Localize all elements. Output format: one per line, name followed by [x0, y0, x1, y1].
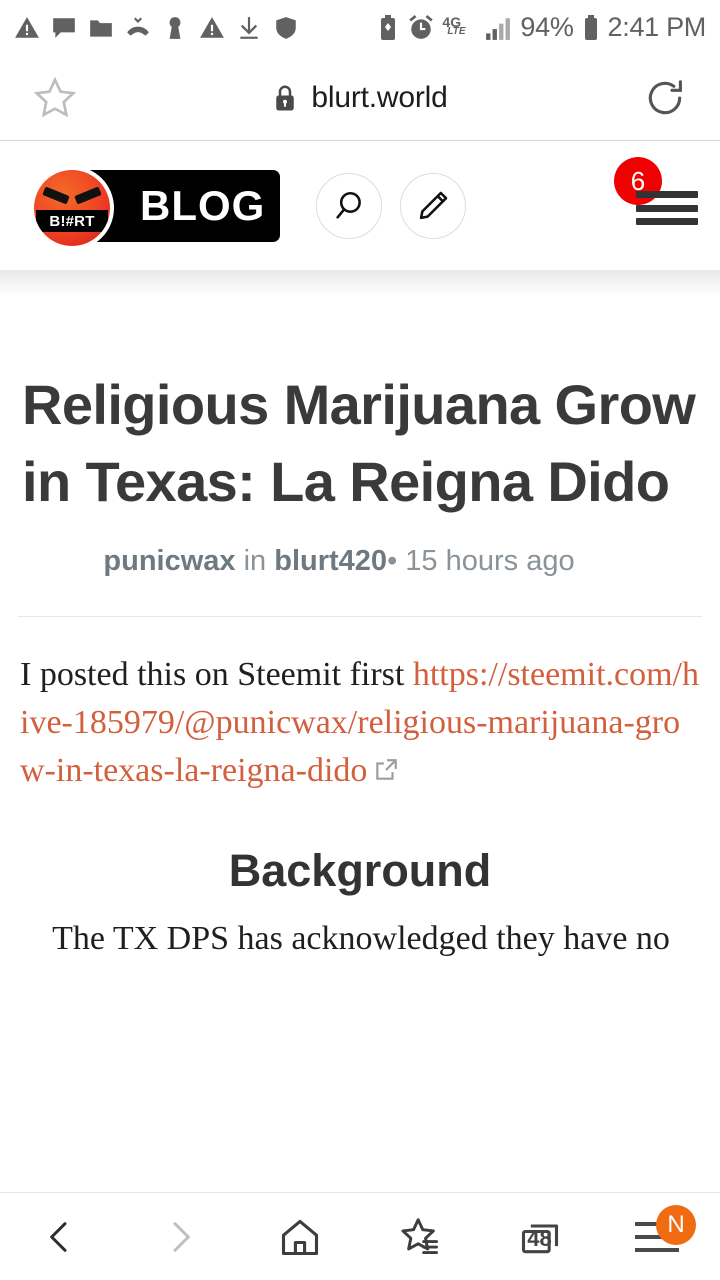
menu-badge: N: [656, 1204, 696, 1245]
reload-icon: [648, 79, 682, 114]
search-button[interactable]: [316, 173, 382, 239]
section-heading-background: Background: [228, 845, 492, 897]
status-right-icons: 4G LTE 94% 2:41 PM: [376, 14, 706, 42]
missed-call-icon: [127, 16, 149, 36]
logo-tag-label: B!#RT: [49, 212, 95, 230]
content-divider: [18, 615, 702, 617]
battery-saver-icon: [381, 14, 396, 40]
blurt-angry-face-icon: B!#RT: [34, 170, 110, 246]
network-type-indicator: 4G LTE: [442, 14, 476, 42]
battery-icon: [584, 14, 597, 40]
post-body: I posted this on Steemit first https://s…: [20, 651, 702, 798]
post-author[interactable]: punicwax: [103, 545, 235, 577]
download-icon: [240, 16, 258, 39]
logo-wordmark: BLOG: [140, 182, 266, 229]
clock-label: 2:41 PM: [607, 12, 707, 42]
compose-button[interactable]: [400, 173, 466, 239]
browser-url-bar[interactable]: blurt.world: [0, 55, 720, 141]
chevron-left-icon: [50, 1221, 67, 1252]
reload-button[interactable]: [610, 76, 720, 120]
status-bar: 4G LTE 94% 2:41 PM: [0, 0, 720, 55]
home-button[interactable]: [240, 1193, 360, 1280]
phone-screen: 4G LTE 94% 2:41 PM blurt.world BLOG B!#R…: [0, 0, 720, 1280]
external-link-icon: [373, 749, 399, 797]
shield-icon: [276, 16, 296, 39]
post-byline: punicwax in blurt420• 15 hours ago: [0, 545, 720, 578]
keyhole-icon: [169, 16, 181, 39]
chat-bubble-icon: [53, 17, 75, 38]
hamburger-menu-icon[interactable]: [636, 191, 698, 225]
folder-icon: [90, 19, 112, 37]
byline-separator: •: [387, 544, 398, 577]
warning-triangle-icon-2: [200, 16, 224, 38]
bookmarks-button[interactable]: [360, 1193, 480, 1280]
home-icon: [281, 1219, 319, 1255]
tab-count-label: 48: [527, 1225, 552, 1251]
header-action-buttons: [316, 173, 466, 239]
url-display[interactable]: blurt.world: [110, 81, 610, 115]
url-text: blurt.world: [311, 80, 448, 114]
post-timestamp: 15 hours ago: [405, 544, 575, 577]
back-button[interactable]: [0, 1193, 120, 1280]
tabs-button[interactable]: 48: [480, 1193, 600, 1280]
menu-area: 6: [612, 157, 698, 249]
logo-tag: B!#RT: [36, 210, 108, 232]
page-title: Religious Marijuana Grow in Texas: La Re…: [22, 373, 696, 514]
article-content: Religious Marijuana Grow in Texas: La Re…: [0, 270, 720, 964]
forward-button[interactable]: [120, 1193, 240, 1280]
site-logo[interactable]: BLOG B!#RT: [22, 166, 280, 250]
search-icon: [336, 191, 361, 219]
site-header: BLOG B!#RT 6: [0, 142, 720, 270]
lock-icon: [276, 85, 295, 110]
browser-menu-button[interactable]: N: [600, 1193, 720, 1280]
signal-bars-icon: [486, 17, 511, 40]
post-paragraph: The TX DPS has acknowledged they have no: [52, 920, 670, 958]
alarm-clock-icon: [409, 14, 434, 39]
byline-in-word: in: [243, 544, 267, 577]
star-icon: [33, 76, 77, 117]
bookmarks-star-icon: [401, 1217, 438, 1254]
bookmark-button[interactable]: [0, 75, 110, 121]
browser-bottom-nav: 48 N: [0, 1192, 720, 1280]
warning-triangle-icon: [15, 16, 39, 38]
post-intro-text: I posted this on Steemit first: [20, 655, 405, 693]
status-left-icons: [14, 15, 299, 41]
network-sub-label: LTE: [447, 25, 466, 37]
logo-eyebrow-right: [74, 186, 102, 205]
post-community[interactable]: blurt420: [274, 545, 387, 577]
chevron-right-icon: [173, 1221, 190, 1252]
logo-eyebrow-left: [42, 186, 70, 205]
battery-percent-label: 94%: [520, 12, 574, 42]
pencil-icon: [419, 191, 448, 220]
